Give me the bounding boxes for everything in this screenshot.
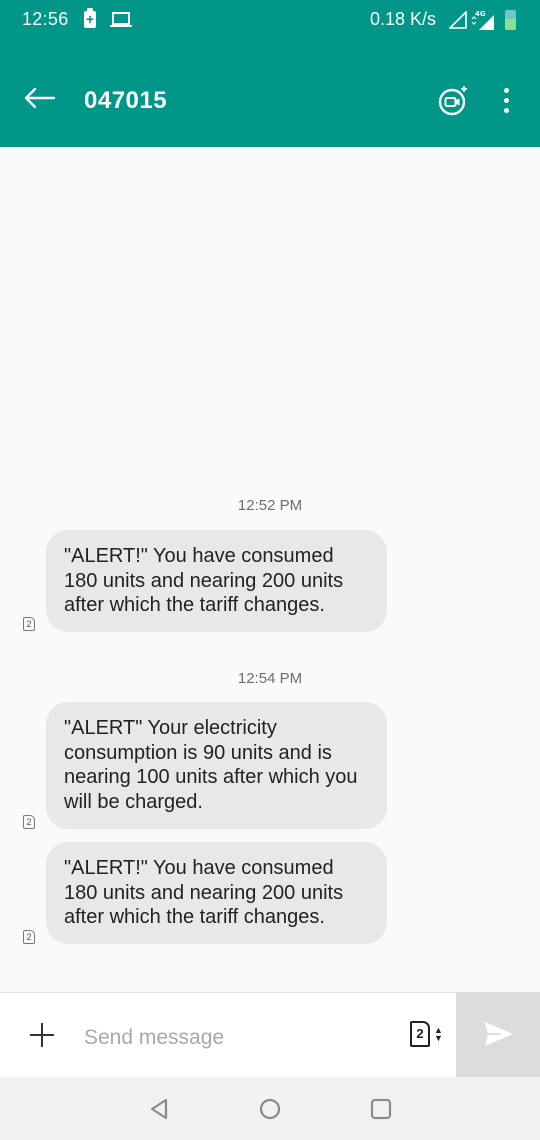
sim-2-icon: 2 — [23, 930, 35, 944]
back-triangle-icon[interactable] — [147, 1097, 171, 1121]
composer-bar: 2 ▲▼ — [0, 992, 540, 1077]
send-button[interactable] — [456, 992, 540, 1077]
timestamp-header: 12:54 PM — [237, 670, 303, 687]
conversation-title: 047015 — [84, 87, 168, 114]
more-options-button[interactable] — [496, 88, 516, 116]
message-input[interactable] — [84, 1023, 384, 1053]
more-vert-icon — [503, 88, 509, 93]
message-bubble[interactable]: "ALERT!" You have consumed 180 units and… — [46, 842, 387, 944]
network-speed: 0.18 K/s — [370, 9, 437, 29]
battery-level-fill — [505, 19, 516, 30]
battery-saver-icon: + — [84, 8, 96, 28]
video-call-icon[interactable] — [436, 84, 470, 118]
message-bubble[interactable]: "ALERT" Your electricity consumption is … — [46, 702, 387, 829]
sim-toggle-arrows-icon: ▲ ▼ — [434, 1025, 443, 1043]
timestamp-header: 12:52 PM — [237, 497, 303, 514]
message-bubble[interactable]: "ALERT!" You have consumed 180 units and… — [46, 530, 387, 632]
status-time: 12:56 — [22, 9, 69, 29]
home-circle-icon[interactable] — [258, 1097, 282, 1121]
sim-2-icon: 2 — [23, 617, 35, 631]
back-arrow-icon[interactable] — [22, 86, 56, 110]
status-bar: 12:56 + 0.18 K/s 4G — [0, 0, 540, 40]
add-attachment-button[interactable] — [28, 1021, 56, 1049]
wifi-signal-icon — [449, 11, 467, 29]
battery-icon — [505, 10, 516, 30]
sim-select-icon: 2 — [410, 1021, 430, 1047]
recents-square-icon[interactable] — [369, 1097, 393, 1121]
cell-signal-icon: 4G — [471, 10, 494, 30]
network-type-label: 4G — [475, 10, 486, 18]
app-bar: 047015 — [0, 40, 540, 147]
sim-2-icon: 2 — [23, 815, 35, 829]
system-nav-bar — [0, 1077, 540, 1140]
sim-select-button[interactable]: 2 ▲ ▼ — [410, 1021, 443, 1049]
laptop-icon — [110, 12, 132, 27]
send-icon — [485, 1022, 513, 1046]
